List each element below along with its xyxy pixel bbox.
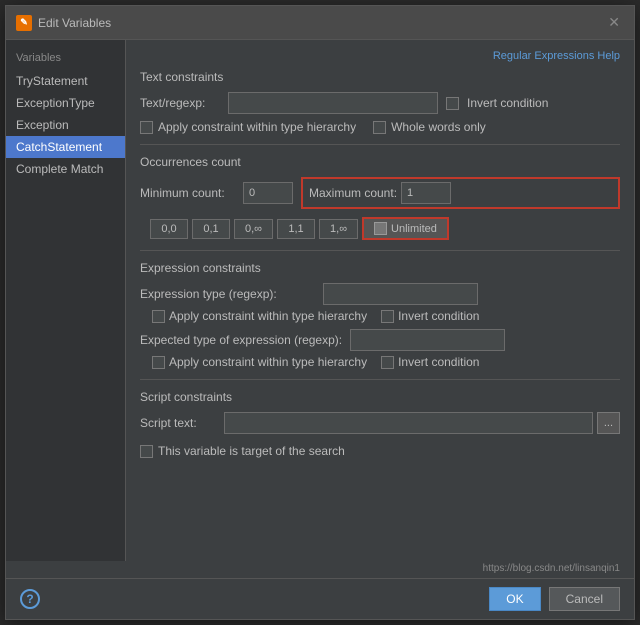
invert-condition-label-2: Invert condition <box>398 309 479 323</box>
sidebar-label: Variables <box>6 48 125 70</box>
whole-words-label: Whole words only <box>391 120 486 134</box>
title-bar-left: ✎ Edit Variables <box>16 15 111 31</box>
sidebar-item-exception-type[interactable]: ExceptionType <box>6 92 125 114</box>
divider-1 <box>140 144 620 145</box>
text-regexp-row: Text/regexp: Invert condition <box>140 92 620 114</box>
min-count-label: Minimum count: <box>140 186 235 200</box>
invert-condition-label-1: Invert condition <box>467 96 548 110</box>
preset-0-inf[interactable]: 0,∞ <box>234 219 273 239</box>
max-count-input[interactable] <box>401 182 451 204</box>
invert-condition-checkbox-2[interactable] <box>381 310 394 323</box>
divider-3 <box>140 379 620 380</box>
expression-constraints-title: Expression constraints <box>140 261 620 275</box>
invert-condition-checkbox-3[interactable] <box>381 356 394 369</box>
dialog-footer: ? OK Cancel <box>6 578 634 619</box>
unlimited-label: Unlimited <box>391 223 437 235</box>
sidebar-item-complete-match[interactable]: Complete Match <box>6 158 125 180</box>
target-row: This variable is target of the search <box>140 444 620 458</box>
expr-type-row: Expression type (regexp): <box>140 283 620 305</box>
text-regexp-label: Text/regexp: <box>140 96 220 110</box>
unlimited-button[interactable]: Unlimited <box>362 217 449 240</box>
invert-condition-checkbox-1[interactable] <box>446 97 459 110</box>
preset-row: 0,0 0,1 0,∞ 1,1 1,∞ Unlimited <box>150 217 620 240</box>
max-count-section: Maximum count: <box>301 177 620 209</box>
sidebar-item-catch-statement[interactable]: CatchStatement <box>6 136 125 158</box>
expected-type-row: Expected type of expression (regexp): <box>140 329 620 351</box>
script-constraints-title: Script constraints <box>140 390 620 404</box>
help-link[interactable]: Regular Expressions Help <box>140 50 620 62</box>
occurrences-title: Occurrences count <box>140 155 620 169</box>
watermark: https://blog.csdn.net/linsanqin1 <box>6 561 634 578</box>
help-circle-button[interactable]: ? <box>20 589 40 609</box>
apply-constraint-label-3: Apply constraint within type hierarchy <box>169 355 367 369</box>
apply-constraint-checkbox-1[interactable] <box>140 121 153 134</box>
apply-constraint-label-1: Apply constraint within type hierarchy <box>158 120 356 134</box>
script-dots-button[interactable]: ... <box>597 412 620 434</box>
dialog-icon: ✎ <box>16 15 32 31</box>
apply-constraint-label-2: Apply constraint within type hierarchy <box>169 309 367 323</box>
footer-right: OK Cancel <box>489 587 620 611</box>
expr-type-label: Expression type (regexp): <box>140 287 315 301</box>
expected-type-input[interactable] <box>350 329 505 351</box>
edit-variables-dialog: ✎ Edit Variables ✕ Variables TryStatemen… <box>5 5 635 620</box>
dialog-body: Variables TryStatement ExceptionType Exc… <box>6 40 634 561</box>
invert-condition-label-3: Invert condition <box>398 355 479 369</box>
preset-0-1[interactable]: 0,1 <box>192 219 230 239</box>
text-constraints-title: Text constraints <box>140 70 620 84</box>
preset-1-1[interactable]: 1,1 <box>277 219 315 239</box>
sidebar: Variables TryStatement ExceptionType Exc… <box>6 40 126 561</box>
preset-0-0[interactable]: 0,0 <box>150 219 188 239</box>
target-checkbox[interactable] <box>140 445 153 458</box>
script-text-row: Script text: ... <box>140 412 620 434</box>
max-count-label: Maximum count: <box>309 186 397 200</box>
apply-constraint-checkbox-3[interactable] <box>152 356 165 369</box>
apply-constraint-row-1: Apply constraint within type hierarchy W… <box>140 120 620 134</box>
apply-constraint-row-2: Apply constraint within type hierarchy I… <box>152 309 620 323</box>
main-content: Regular Expressions Help Text constraint… <box>126 40 634 561</box>
close-button[interactable]: ✕ <box>604 12 624 33</box>
sidebar-item-try-statement[interactable]: TryStatement <box>6 70 125 92</box>
target-label: This variable is target of the search <box>158 444 345 458</box>
script-text-label: Script text: <box>140 416 220 430</box>
script-text-input[interactable] <box>224 412 593 434</box>
count-row: Minimum count: Maximum count: <box>140 177 620 209</box>
cancel-button[interactable]: Cancel <box>549 587 620 611</box>
preset-1-inf[interactable]: 1,∞ <box>319 219 358 239</box>
dialog-title: Edit Variables <box>38 16 111 30</box>
divider-2 <box>140 250 620 251</box>
title-bar: ✎ Edit Variables ✕ <box>6 6 634 40</box>
apply-constraint-row-3: Apply constraint within type hierarchy I… <box>152 355 620 369</box>
ok-button[interactable]: OK <box>489 587 540 611</box>
expr-type-input[interactable] <box>323 283 478 305</box>
expected-type-label: Expected type of expression (regexp): <box>140 333 342 347</box>
sidebar-item-exception[interactable]: Exception <box>6 114 125 136</box>
min-count-input[interactable] <box>243 182 293 204</box>
apply-constraint-checkbox-2[interactable] <box>152 310 165 323</box>
whole-words-checkbox[interactable] <box>373 121 386 134</box>
footer-left: ? <box>20 589 40 609</box>
unlimited-checkbox-icon <box>374 222 387 235</box>
text-regexp-input[interactable] <box>228 92 438 114</box>
